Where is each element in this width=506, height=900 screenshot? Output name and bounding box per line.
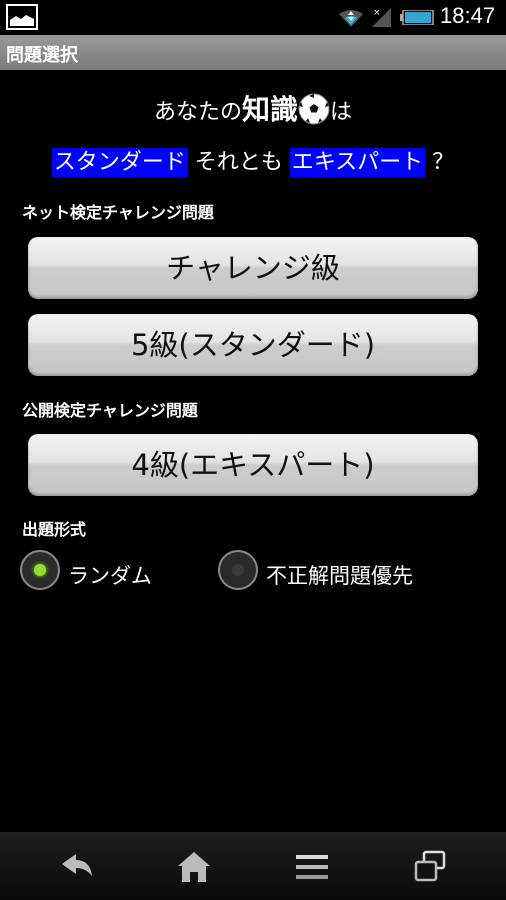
menu-icon[interactable] xyxy=(294,850,330,884)
headline-suffix: は xyxy=(330,100,353,125)
battery-icon xyxy=(400,10,434,25)
incorrect-first-radio[interactable] xyxy=(218,550,258,590)
radio-selected-dot xyxy=(34,564,46,576)
status-bar: × 18:47 xyxy=(0,0,506,35)
subline-question: ？ xyxy=(432,150,455,175)
expert-highlight: エキスパート xyxy=(289,148,426,177)
wifi-icon xyxy=(339,10,363,27)
public-section-label: 公開検定チャレンジ問題 xyxy=(22,401,198,420)
clock: 18:47 xyxy=(440,3,496,28)
standard-highlight: スタンダード xyxy=(51,148,188,177)
svg-text:×: × xyxy=(373,8,381,18)
random-radio[interactable] xyxy=(20,550,60,590)
net-section-label: ネット検定チャレンジ問題 xyxy=(22,203,214,222)
home-icon[interactable] xyxy=(176,850,212,884)
headline-prefix: あなたの xyxy=(153,100,242,125)
subline: スタンダード それとも エキスパート ？ xyxy=(0,144,506,177)
challenge-level-button[interactable]: チャレンジ級 xyxy=(28,237,478,299)
no-signal-icon: × xyxy=(372,8,391,27)
page-title: 問題選択 xyxy=(6,45,78,66)
recent-apps-icon[interactable] xyxy=(412,850,448,884)
back-icon[interactable] xyxy=(60,850,96,884)
random-radio-label[interactable]: ランダム xyxy=(68,560,152,590)
headline: あなたの知識 は xyxy=(0,88,506,128)
level5-standard-button[interactable]: 5級(スタンダード) xyxy=(28,314,478,376)
incorrect-first-radio-label[interactable]: 不正解問題優先 xyxy=(266,560,413,590)
headline-bold: 知識 xyxy=(241,93,298,126)
nav-bar xyxy=(0,832,506,900)
soccer-ball-icon xyxy=(298,93,330,125)
radio-unselected-dot xyxy=(232,564,244,576)
gallery-notification-icon xyxy=(6,4,38,30)
subline-middle: それとも xyxy=(194,150,283,175)
title-bar: 問題選択 xyxy=(0,35,506,70)
mode-label: 出題形式 xyxy=(22,520,87,539)
level4-expert-button[interactable]: 4級(エキスパート) xyxy=(28,434,478,496)
